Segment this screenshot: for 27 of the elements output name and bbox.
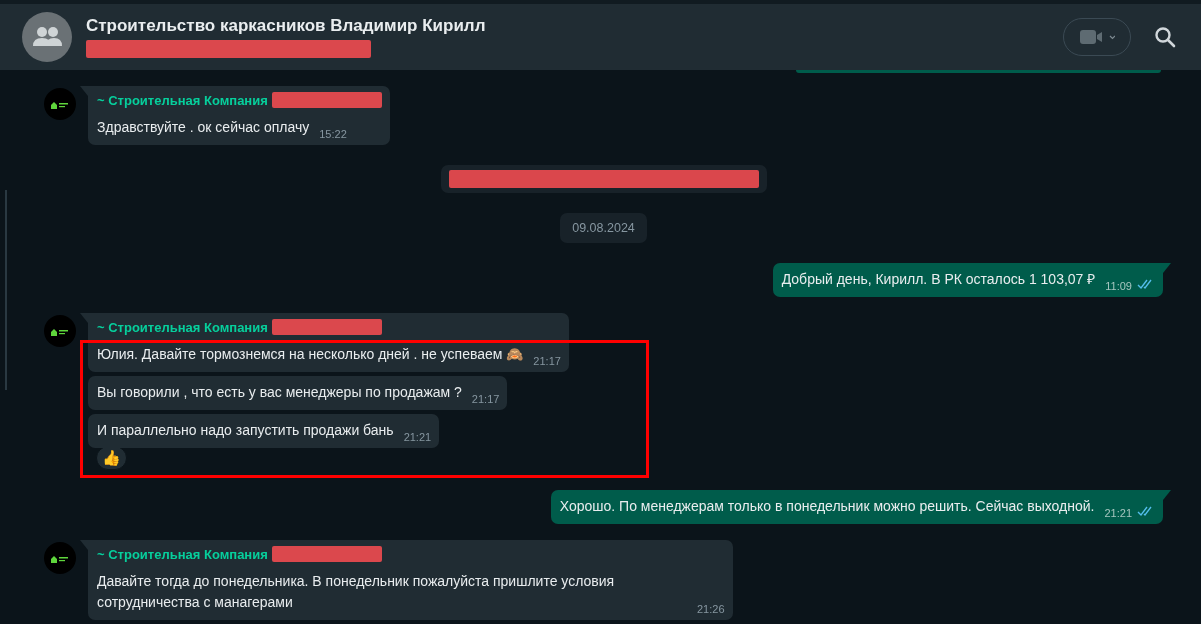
message-text: Давайте тогда до понедельника. В понедельник пожалуйста пришлите условия сотрудничества с манагерами	[97, 572, 616, 612]
message-time: 21:17	[471, 393, 500, 405]
message-text: Юлия. Давайте тормознемся на несколько дней . не успеваем 🙈	[97, 345, 524, 364]
search-icon[interactable]	[1153, 25, 1177, 49]
sender-name: ~ Строительная Компания	[97, 319, 268, 335]
sender-avatar-icon[interactable]	[44, 542, 76, 574]
video-camera-icon	[1079, 29, 1115, 45]
reaction-badge[interactable]: 👍	[96, 446, 127, 470]
message-time: 21:26	[697, 603, 725, 615]
message-time: 21:21	[403, 431, 432, 443]
message-text: Вы говорили , что есть у вас менеджеры по продажам ?	[97, 383, 462, 402]
message-time: 21:21	[1104, 507, 1132, 519]
sender-avatar-icon[interactable]	[44, 315, 76, 347]
message-text: Хорошо. По менеджерам только в понедельник можно решить. Сейчас выходной.	[559, 497, 1095, 516]
sender-name: ~ Строительная Компания	[97, 92, 268, 108]
message-text: Здравствуйте . ок сейчас оплачу	[97, 118, 310, 137]
sender-name: ~ Строительная Компания	[97, 546, 268, 562]
message-text: Добрый день, Кирилл. В РК осталось 1 103,07 ₽	[781, 270, 1096, 289]
date-chip: 09.08.2024	[560, 213, 647, 243]
message-time: 11:09	[1105, 280, 1132, 292]
message-time: 21:17	[533, 355, 561, 367]
scrollbar[interactable]	[5, 190, 7, 390]
sender-avatar-icon[interactable]	[44, 88, 76, 120]
message-time: 15:22	[319, 128, 347, 140]
chat-title: Строительство каркасников Владимир Кирилл	[86, 16, 487, 36]
group-avatar-icon[interactable]	[22, 12, 72, 62]
message-text: И параллельно надо запустить продажи бань	[97, 421, 394, 440]
